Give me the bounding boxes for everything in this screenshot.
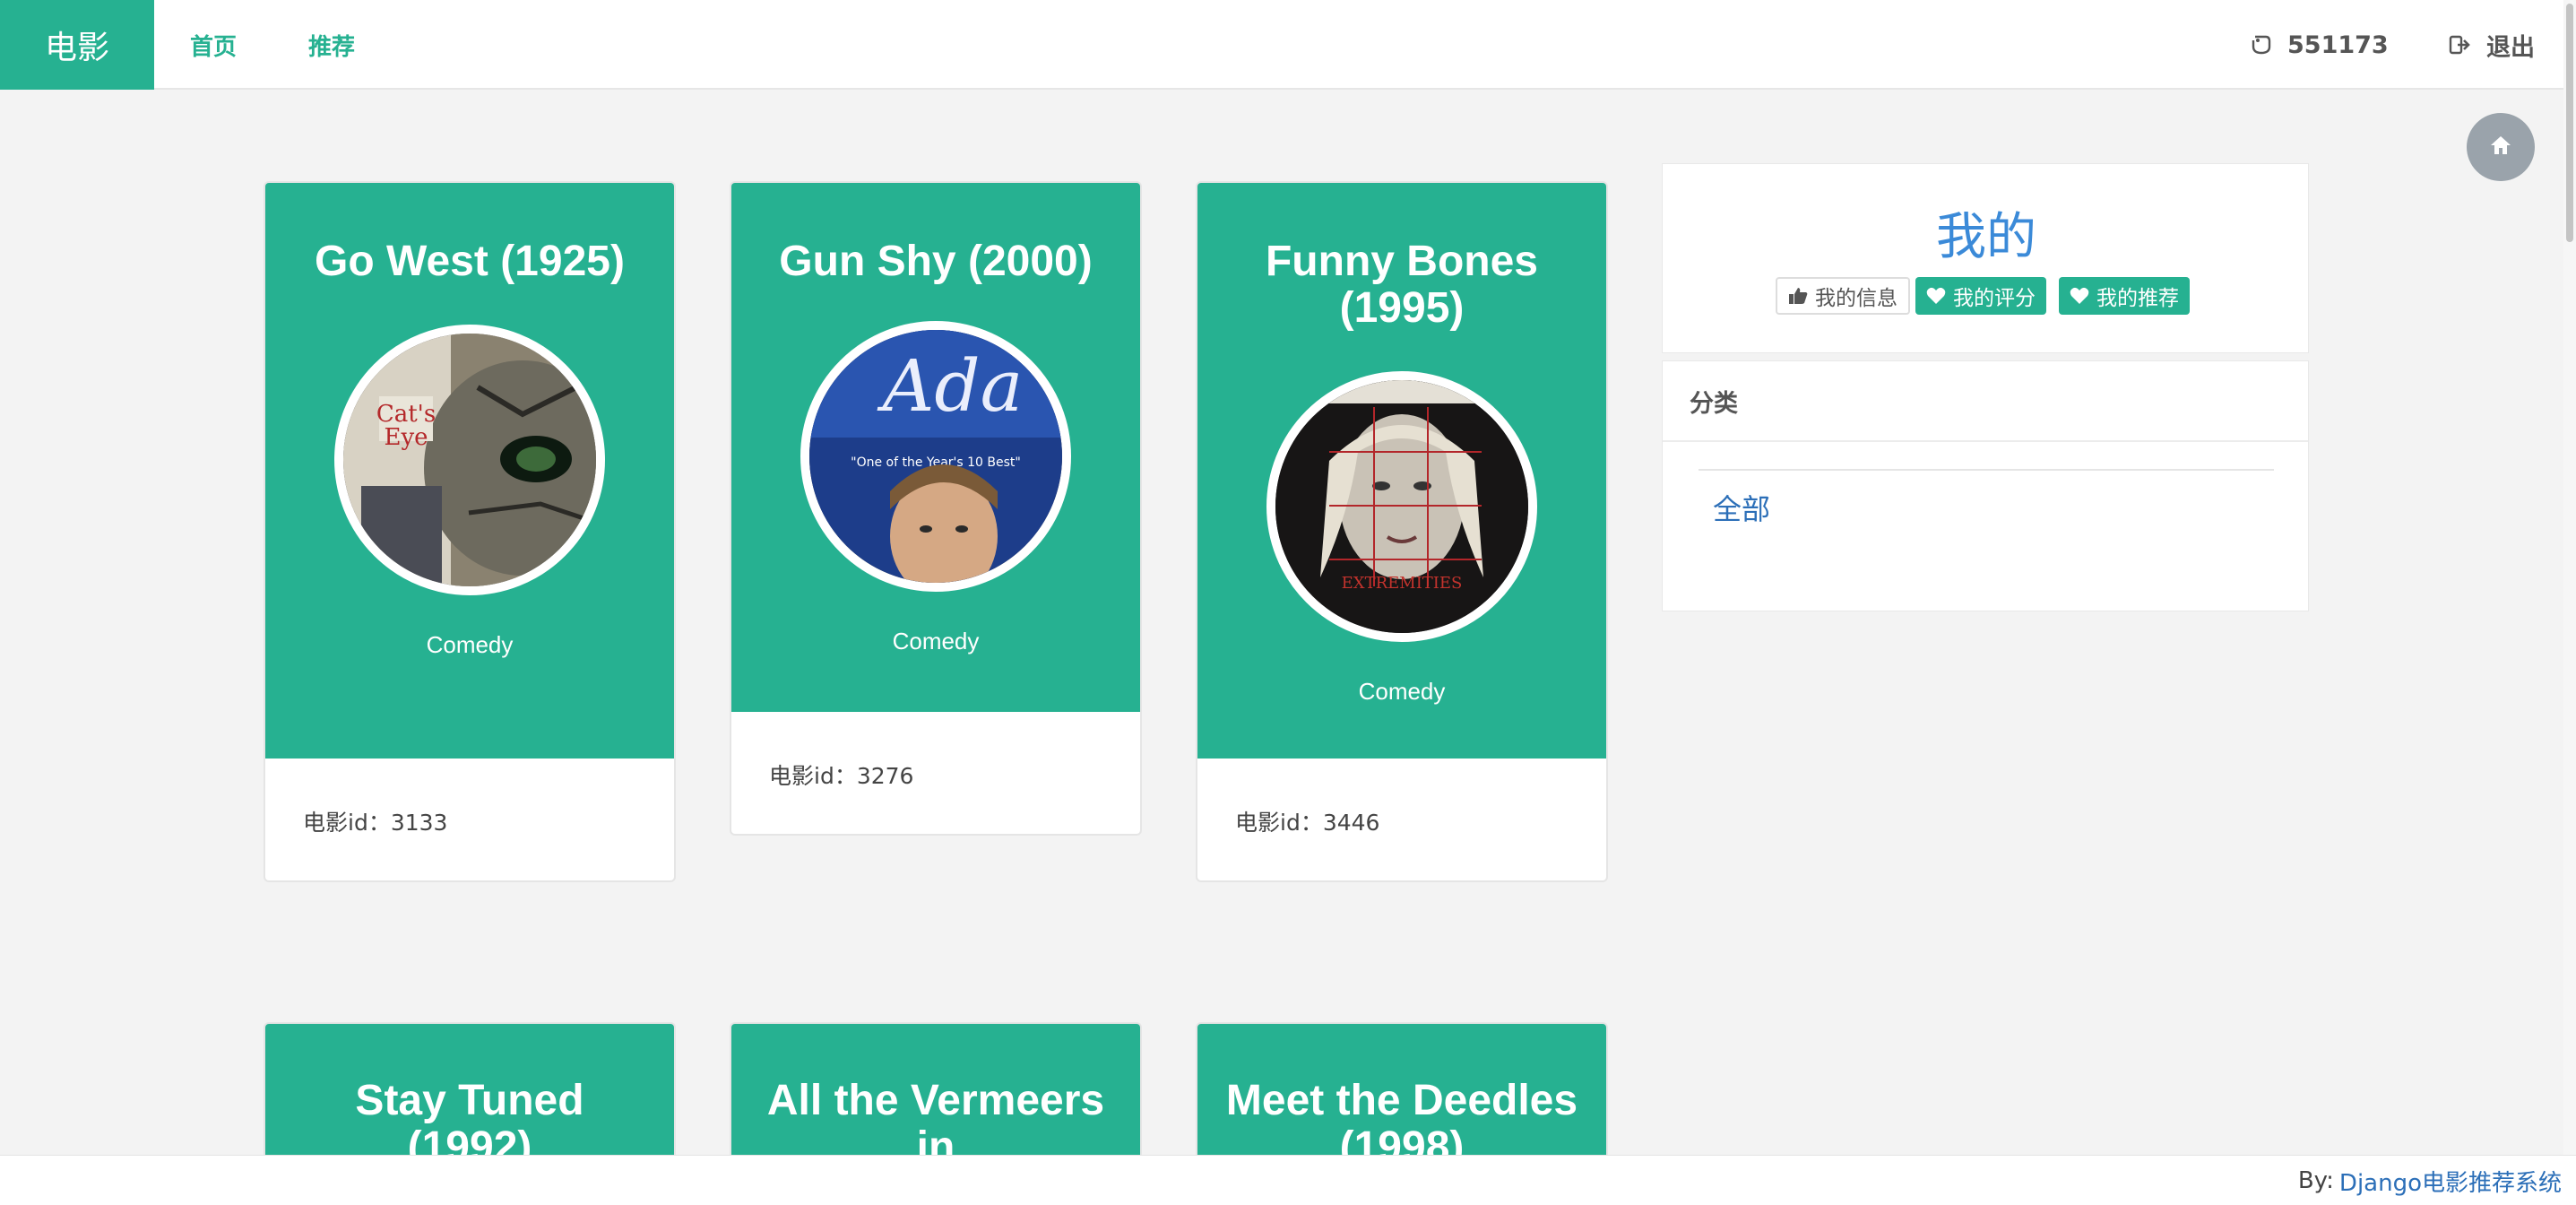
logout-label: 退出 — [2486, 33, 2535, 62]
movie-title[interactable]: Gun Shy (2000) — [731, 238, 1140, 285]
page-scrollbar[interactable] — [2563, 0, 2576, 1157]
heart-icon — [2070, 287, 2089, 305]
my-ratings-label: 我的评分 — [1953, 287, 2036, 310]
movie-genre: Comedy — [892, 628, 980, 655]
user-id: 551173 — [2287, 30, 2389, 59]
my-info-label: 我的信息 — [1815, 287, 1897, 310]
category-panel: 分类 全部 — [1662, 360, 2309, 611]
movie-card-2[interactable]: Gun Shy (2000) Ada "One of the Year's 10… — [730, 181, 1142, 836]
movie-card-header: Gun Shy (2000) Ada "One of the Year's 10… — [731, 183, 1140, 712]
movie-poster[interactable]: Cat's Eye — [334, 325, 605, 595]
top-navbar: 电影 首页 推荐 551173 退出 — [0, 0, 2576, 90]
home-button[interactable] — [2467, 113, 2535, 181]
my-recommend-button[interactable]: 我的推荐 — [2059, 277, 2190, 315]
footer-by-label: By: — [2297, 1167, 2334, 1194]
my-info-button[interactable]: 我的信息 — [1776, 277, 1910, 315]
category-heading: 分类 — [1663, 361, 2308, 442]
svg-text:Eye: Eye — [384, 424, 428, 451]
brand-logo[interactable]: 电影 — [0, 0, 154, 90]
movie-card-3[interactable]: Funny Bones (1995) EXTREMITIES Comedy 电影… — [1196, 181, 1608, 882]
svg-text:Ada: Ada — [877, 344, 1024, 428]
movie-card-1[interactable]: Go West (1925) Cat's Eye Comedy 电影id：313… — [264, 181, 676, 882]
footer: By: Django电影推荐系统 — [0, 1155, 2576, 1205]
movie-card-header: Go West (1925) Cat's Eye Comedy — [265, 183, 674, 759]
nav-recommend[interactable]: 推荐 — [308, 0, 355, 90]
movie-id: 电影id：3133 — [303, 810, 448, 836]
scrollbar-thumb[interactable] — [2566, 4, 2573, 242]
user-info[interactable]: 551173 — [2250, 0, 2389, 90]
movie-card-header: Funny Bones (1995) EXTREMITIES Comedy — [1197, 183, 1606, 759]
heart-icon — [1926, 287, 1946, 305]
movie-id: 电影id：3446 — [1235, 810, 1380, 836]
category-divider — [1699, 469, 2274, 471]
movie-poster[interactable]: EXTREMITIES — [1266, 371, 1537, 642]
movie-id: 电影id：3276 — [769, 763, 914, 789]
logout-button[interactable]: 退出 — [2449, 0, 2535, 90]
my-panel: 我的 我的信息 我的评分 我的推荐 — [1662, 163, 2309, 353]
user-icon — [2250, 33, 2273, 56]
movie-title[interactable]: Funny Bones (1995) — [1197, 238, 1606, 332]
movie-genre: Comedy — [426, 631, 514, 658]
home-icon — [2489, 134, 2512, 160]
footer-credit: By: Django电影推荐系统 — [2298, 1156, 2562, 1205]
svg-text:EXTREMITIES: EXTREMITIES — [1342, 574, 1463, 593]
my-recommend-label: 我的推荐 — [2096, 287, 2179, 310]
footer-by-link[interactable]: Django电影推荐系统 — [2339, 1165, 2562, 1198]
thumbs-up-icon — [1788, 287, 1808, 305]
nav-home[interactable]: 首页 — [190, 0, 237, 90]
movie-genre: Comedy — [1358, 678, 1446, 705]
my-ratings-button[interactable]: 我的评分 — [1915, 277, 2046, 315]
my-panel-title: 我的 — [1936, 208, 2036, 266]
logout-icon — [2449, 33, 2472, 56]
movie-title[interactable]: Go West (1925) — [265, 238, 674, 285]
movie-poster[interactable]: Ada "One of the Year's 10 Best" — [800, 321, 1071, 592]
category-all-link[interactable]: 全部 — [1713, 487, 1770, 528]
